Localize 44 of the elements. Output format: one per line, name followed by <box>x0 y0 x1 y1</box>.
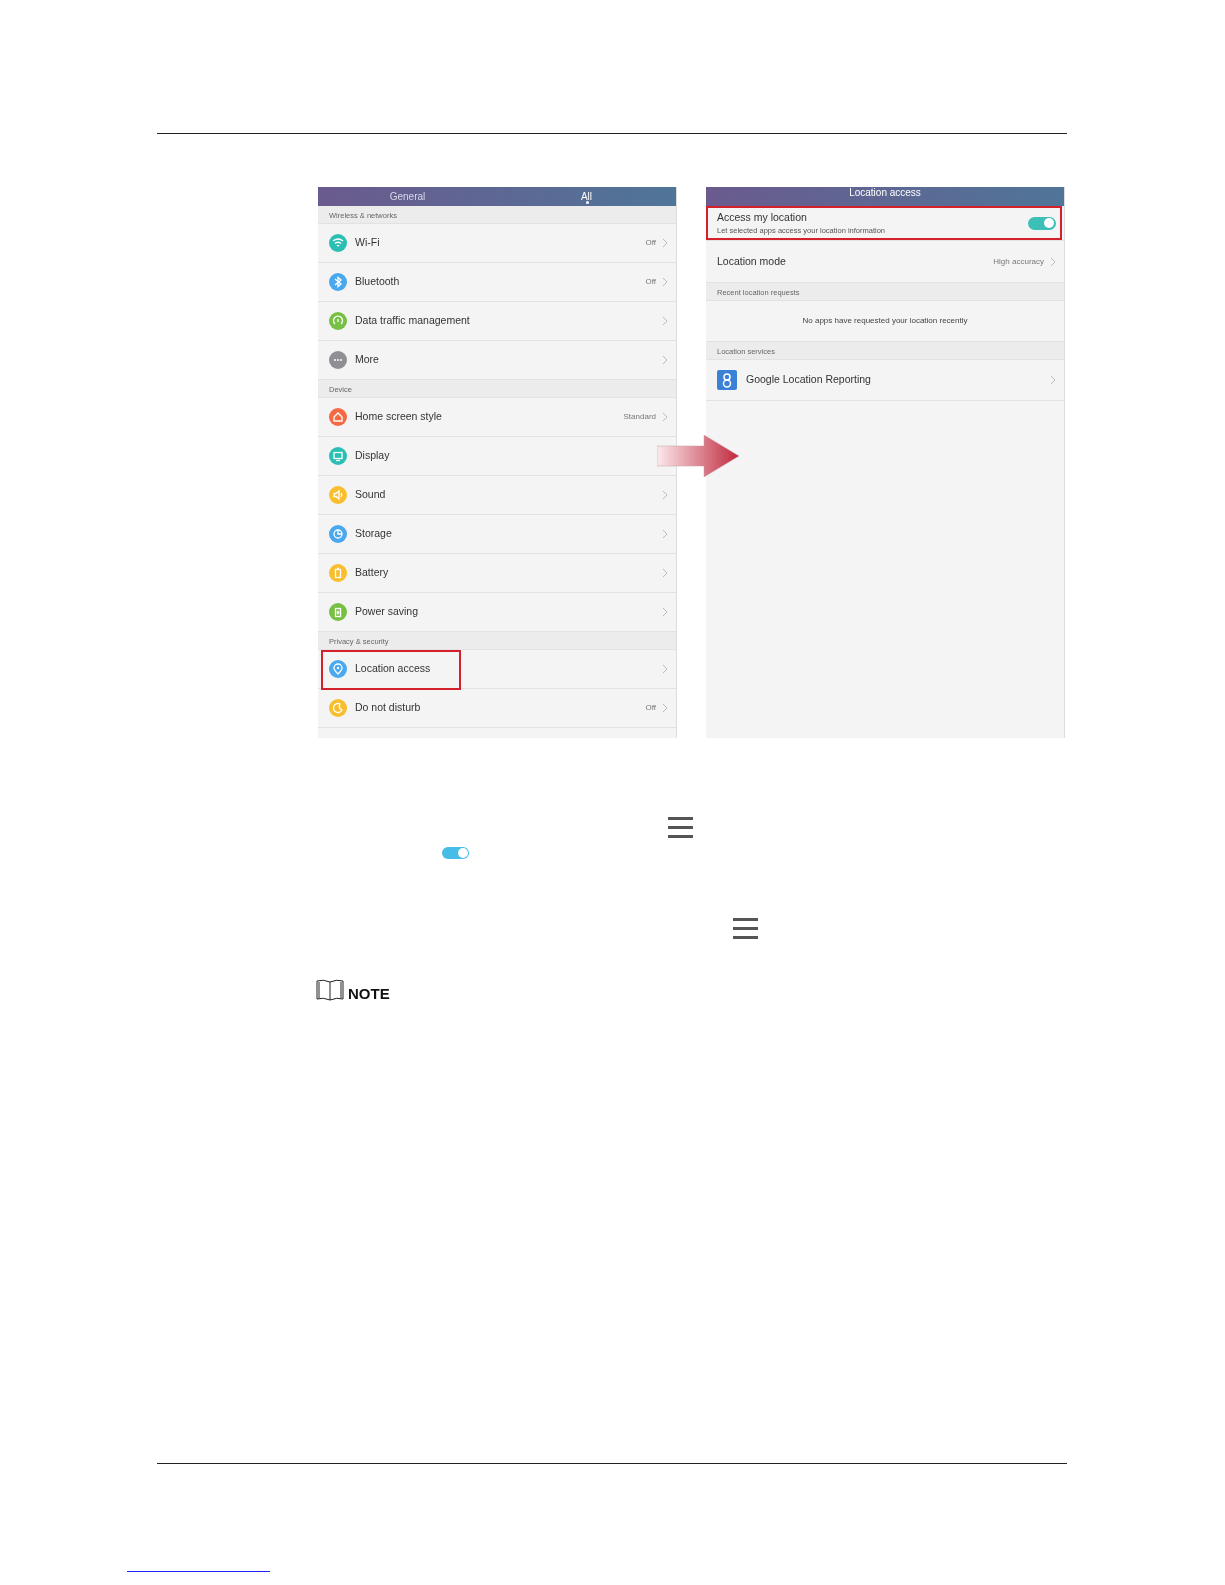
menu-icon <box>733 918 758 939</box>
arrow-icon <box>657 435 739 477</box>
tab[interactable]: General <box>318 187 497 206</box>
app-icon <box>717 370 737 390</box>
setting-label: Battery <box>355 565 389 581</box>
setting-label: Location access <box>355 661 431 677</box>
menu-icon <box>668 817 693 838</box>
toggle-switch[interactable] <box>1028 216 1056 230</box>
tab[interactable]: All <box>497 187 676 206</box>
setting-value: High accuracy <box>993 255 1044 268</box>
setting-label: Do not disturb <box>355 700 421 716</box>
chevron-icon <box>662 490 668 500</box>
chevron-icon <box>662 529 668 539</box>
setting-label: Home screen style <box>355 409 442 425</box>
chevron-icon <box>662 238 668 248</box>
setting-value: Off <box>645 702 656 714</box>
chevron-icon <box>662 664 668 674</box>
chevron-icon <box>662 355 668 365</box>
setting-value: Standard <box>623 411 656 423</box>
chevron-icon <box>662 277 668 287</box>
setting-label: More <box>355 352 379 368</box>
setting-label: Access my location <box>717 209 808 225</box>
chevron-icon <box>662 568 668 578</box>
chevron-icon <box>662 703 668 713</box>
setting-label: Data traffic management <box>355 313 470 329</box>
chevron-icon <box>1050 256 1056 267</box>
setting-label: Location mode <box>717 253 786 269</box>
chevron-icon <box>662 607 668 617</box>
setting-label: Display <box>355 448 390 464</box>
setting-value: Off <box>645 276 656 288</box>
setting-label: Storage <box>355 526 392 542</box>
screen-title: Location access <box>706 187 1064 206</box>
chevron-icon <box>1050 375 1056 385</box>
book-icon <box>316 979 344 1001</box>
setting-label: Google Location Reporting <box>746 372 871 388</box>
note-heading: NOTE <box>348 986 390 1001</box>
setting-label: Bluetooth <box>355 274 400 290</box>
setting-label: Power saving <box>355 604 419 620</box>
setting-label: Wi-Fi <box>355 235 380 251</box>
chevron-icon <box>662 316 668 326</box>
settings-row[interactable]: Google Location Reporting <box>706 360 1064 401</box>
chevron-icon <box>662 412 668 422</box>
setting-label: Sound <box>355 487 386 503</box>
setting-value: Off <box>645 237 656 249</box>
